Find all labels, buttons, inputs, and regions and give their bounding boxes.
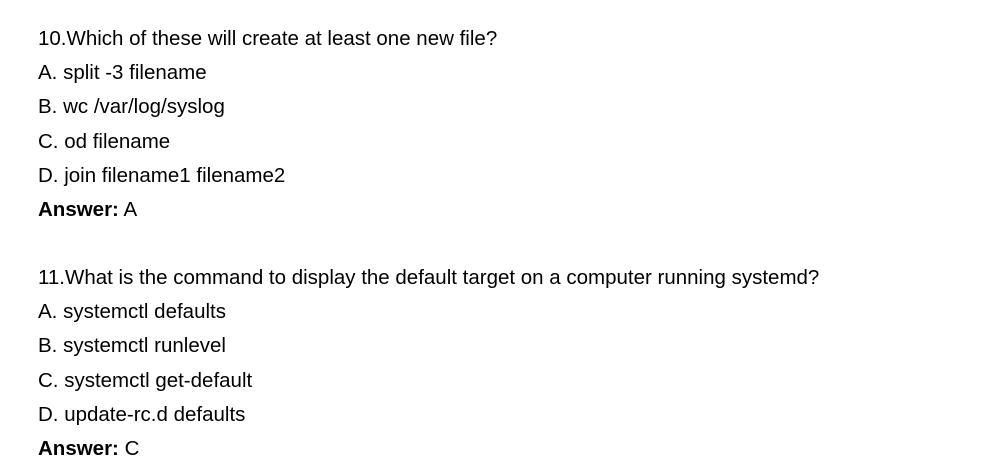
option-d: D. join filename1 filename2 [38, 163, 286, 187]
option-a: A. systemctl defaults [38, 300, 226, 324]
option-b: B. wc /var/log/syslog [38, 95, 225, 119]
question-11: 11.What is the command to display the de… [38, 261, 819, 466]
answer-value: C [118, 436, 140, 460]
answer-value: A [118, 197, 138, 221]
option-d: D. update-rc.d defaults [38, 402, 246, 426]
answer-label: Answer: [38, 197, 119, 221]
option-c: C. systemctl get-default [38, 368, 253, 392]
question-10: 10.Which of these will create at least o… [38, 22, 497, 227]
question-prompt: 11.What is the command to display the de… [38, 266, 820, 289]
answer-line: Answer: C [38, 432, 819, 466]
option-a: A. split -3 filename [38, 61, 207, 85]
answer-line: Answer: A [38, 193, 497, 227]
question-prompt: 10.Which of these will create at least o… [38, 27, 498, 50]
answer-label: Answer: [38, 436, 119, 460]
option-b: B. systemctl runlevel [38, 334, 226, 358]
option-c: C. od filename [38, 129, 171, 153]
